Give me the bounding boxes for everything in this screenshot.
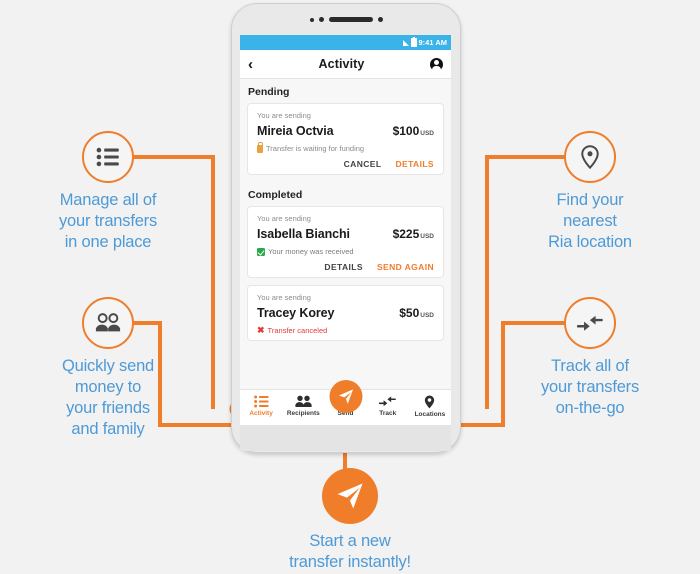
nav-label: Recipients — [286, 410, 320, 417]
phone-screen: 9:41 AM ‹ Activity Pending You are sendi… — [240, 35, 451, 425]
sending-label: You are sending — [257, 111, 311, 120]
card-main-row: Isabella Bianchi $225USD — [257, 225, 434, 243]
annotation-manage: Manage all of your transfers in one plac… — [22, 131, 194, 253]
phone-earpiece-area — [232, 4, 460, 35]
page-title: Activity — [318, 57, 365, 71]
nav-item-locations[interactable]: Locations — [409, 395, 451, 418]
annotation-quickly-send: Quickly send money to your friends and f… — [18, 297, 198, 440]
transfer-card[interactable]: You are sending Tracey Korey $50USD ✖ Tr… — [247, 285, 444, 341]
annotation-bubble[interactable] — [82, 131, 134, 183]
nav-item-send[interactable]: Send — [324, 380, 366, 417]
section-heading-completed: Completed — [248, 189, 303, 201]
signal-bars-icon — [402, 39, 409, 46]
bottom-navigation: Activity Recipients Send Track Locations — [240, 380, 451, 425]
x-mark-icon: ✖ — [257, 325, 265, 335]
status-text: Your money was received — [268, 247, 354, 256]
transfer-card[interactable]: You are sending Mireia Octvia $100USD Tr… — [247, 103, 444, 175]
annotation-bubble[interactable] — [564, 131, 616, 183]
infographic-canvas: 9:41 AM ‹ Activity Pending You are sendi… — [0, 0, 700, 574]
status-badge: Your money was received — [257, 247, 434, 256]
arrows-icon — [577, 315, 603, 331]
phone-mockup: 9:41 AM ‹ Activity Pending You are sendi… — [231, 3, 461, 453]
status-badge: ✖ Transfer canceled — [257, 325, 434, 336]
annotation-find-location: Find your nearest Ria location — [500, 131, 680, 253]
amount-group: $50USD — [399, 304, 434, 322]
currency-code: USD — [420, 233, 434, 240]
transfer-amount: $100 — [392, 124, 420, 138]
recipient-name: Isabella Bianchi — [257, 227, 350, 241]
account-circle-icon[interactable] — [430, 57, 443, 71]
camera-dot-icon — [318, 17, 324, 22]
status-bar: 9:41 AM — [240, 35, 451, 50]
annotation-caption: Track all of your transfers on-the-go — [540, 357, 640, 418]
list-icon — [96, 147, 119, 167]
annotation-caption: Quickly send money to your friends and f… — [61, 357, 155, 439]
status-time: 9:41 AM — [418, 38, 447, 47]
currency-code: USD — [420, 312, 434, 319]
card-main-row: Tracey Korey $50USD — [257, 304, 434, 322]
front-camera-icon — [377, 17, 383, 22]
annotation-bubble-send[interactable] — [322, 468, 378, 524]
status-badge: Transfer is waiting for funding — [257, 141, 434, 153]
card-main-row: Mireia Octvia $100USD — [257, 122, 434, 140]
transfer-card[interactable]: You are sending Isabella Bianchi $225USD… — [247, 206, 444, 278]
list-icon — [253, 395, 269, 408]
paper-plane-icon — [337, 483, 363, 509]
check-box-icon — [257, 247, 265, 256]
details-button[interactable]: DETAILS — [324, 262, 363, 272]
card-actions: CANCEL DETAILS — [257, 159, 434, 169]
arrows-icon — [379, 396, 397, 407]
currency-code: USD — [420, 130, 434, 137]
app-header: ‹ Activity — [240, 50, 451, 79]
cancel-button[interactable]: CANCEL — [344, 159, 382, 169]
transfer-amount: $50 — [399, 306, 420, 320]
status-text: Transfer canceled — [267, 326, 328, 335]
map-pin-icon — [425, 395, 435, 409]
sensor-dot-icon — [309, 17, 314, 22]
amount-group: $100USD — [393, 122, 434, 140]
status-text: Transfer is waiting for funding — [266, 144, 365, 153]
activity-list[interactable]: Pending You are sending Mireia Octvia $1… — [240, 79, 451, 425]
amount-group: $225USD — [393, 225, 434, 243]
nav-item-activity[interactable]: Activity — [240, 395, 282, 417]
people-icon — [95, 313, 121, 332]
lock-icon — [257, 141, 264, 153]
nav-label: Track — [379, 410, 397, 417]
earpiece-speaker — [328, 17, 373, 22]
nav-item-recipients[interactable]: Recipients — [282, 395, 324, 417]
details-button[interactable]: DETAILS — [395, 159, 434, 169]
map-pin-icon — [581, 145, 599, 169]
recipient-name: Tracey Korey — [257, 306, 335, 320]
card-actions: DETAILS SEND AGAIN — [257, 262, 434, 272]
paper-plane-icon — [338, 389, 353, 404]
annotation-caption: Manage all of your transfers in one plac… — [58, 191, 158, 252]
annotation-start-transfer: Start a new transfer instantly! — [254, 468, 446, 573]
battery-icon — [410, 37, 417, 47]
recipient-name: Mireia Octvia — [257, 124, 334, 138]
annotation-caption: Start a new transfer instantly! — [289, 532, 411, 572]
nav-label: Activity — [249, 410, 273, 417]
sending-label: You are sending — [257, 214, 311, 223]
send-fab-button[interactable] — [329, 380, 362, 413]
sending-label: You are sending — [257, 293, 311, 302]
nav-item-track[interactable]: Track — [367, 395, 409, 417]
phone-home-area — [240, 425, 451, 451]
section-heading-pending: Pending — [248, 86, 290, 98]
annotation-track: Track all of your transfers on-the-go — [500, 297, 680, 419]
send-again-button[interactable]: SEND AGAIN — [377, 262, 434, 272]
annotation-caption: Find your nearest Ria location — [548, 191, 632, 252]
annotation-bubble[interactable] — [82, 297, 134, 349]
nav-label: Locations — [414, 411, 446, 418]
people-icon — [295, 395, 312, 407]
annotation-bubble[interactable] — [564, 297, 616, 349]
transfer-amount: $225 — [392, 227, 420, 241]
